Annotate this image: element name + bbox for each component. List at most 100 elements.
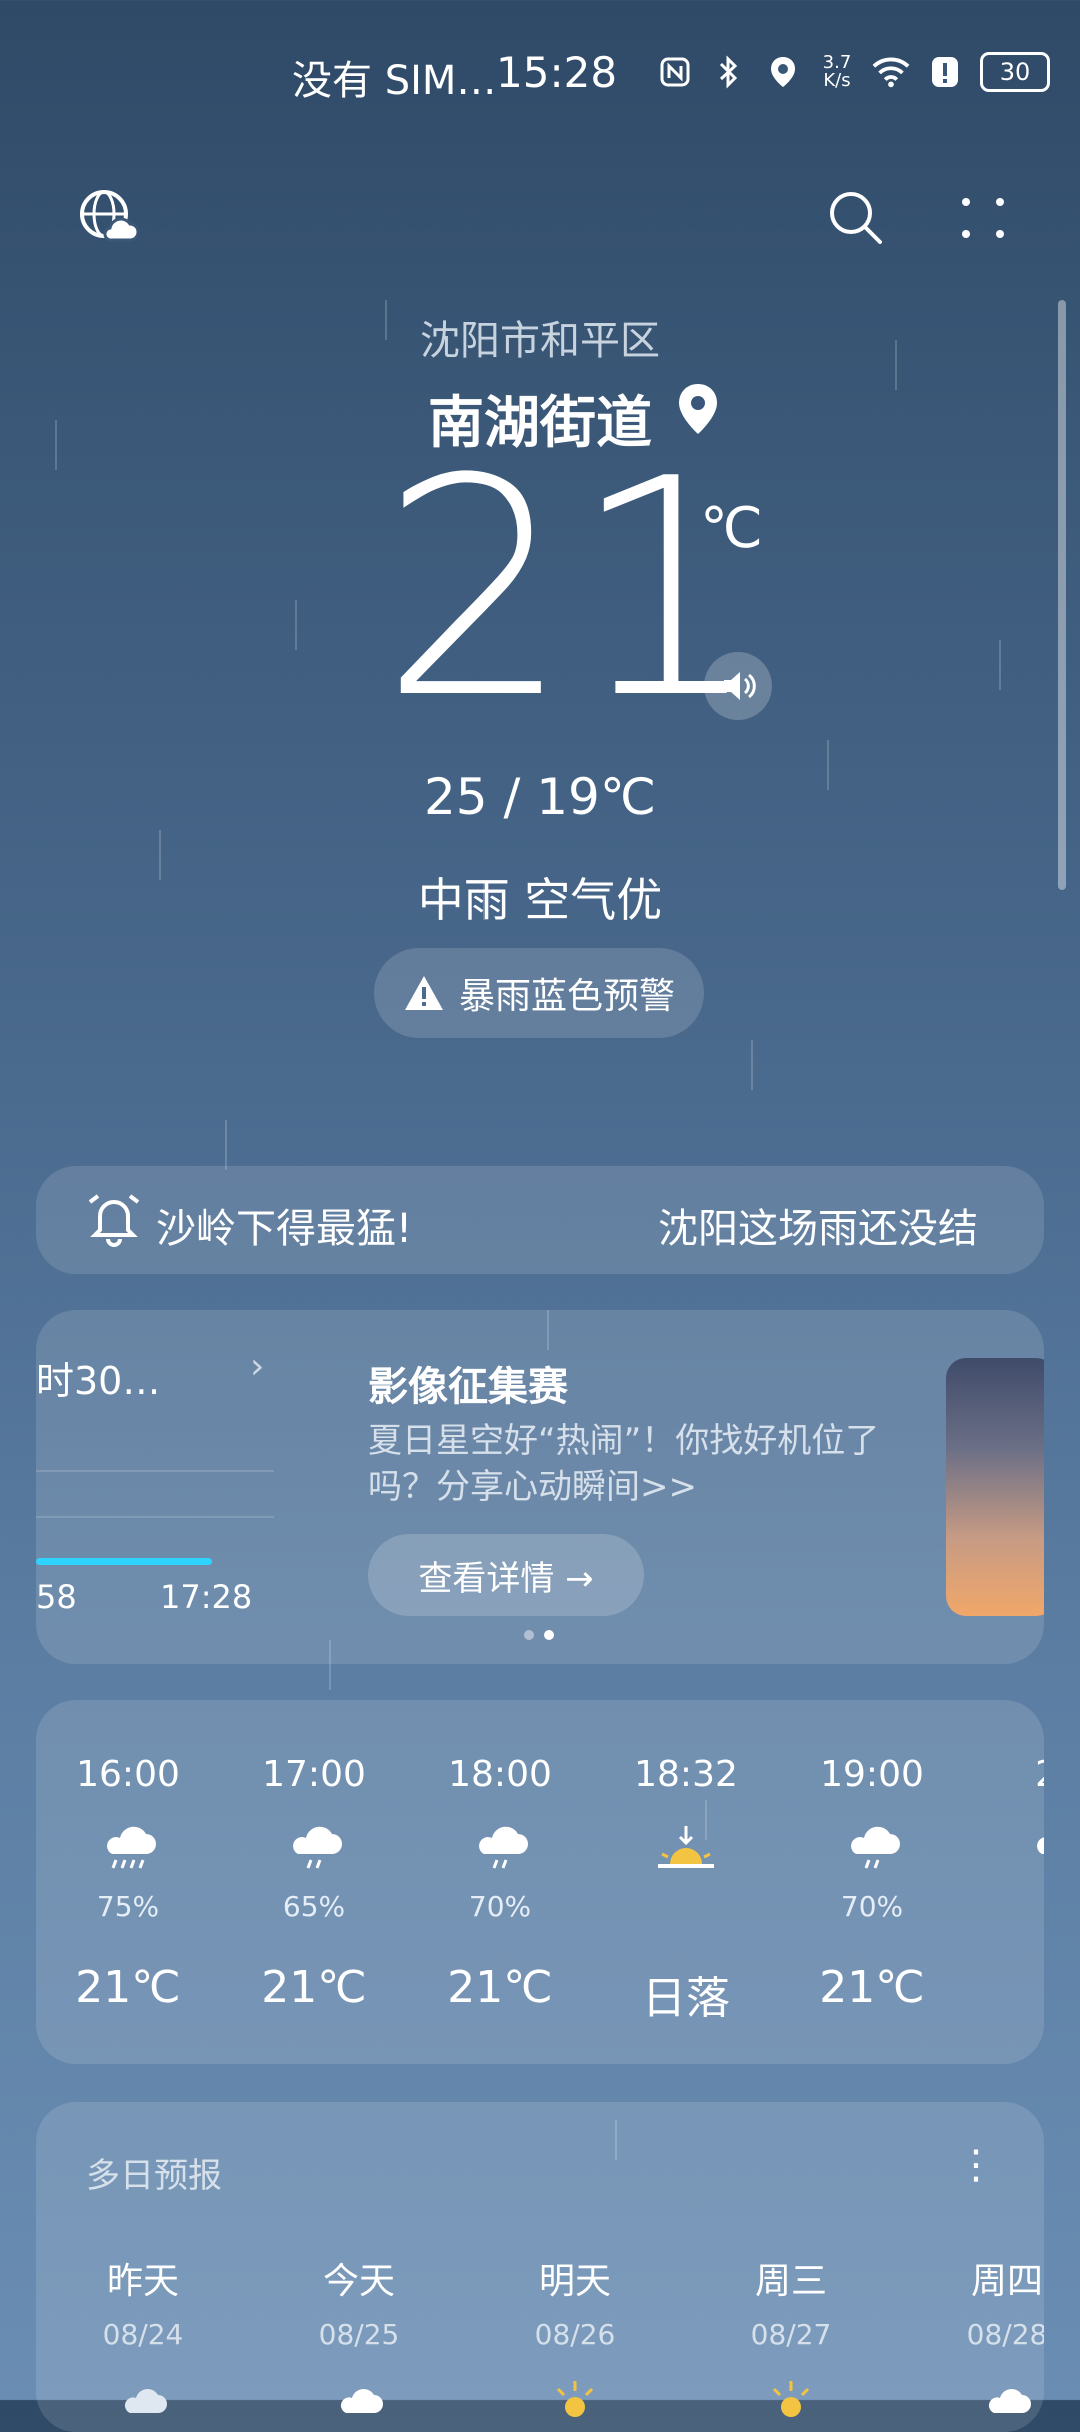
carrier-label: 没有 SIM… (292, 58, 497, 104)
hour-item[interactable]: 18:32 日落 (616, 1700, 756, 2064)
carousel-dot-active (544, 1630, 554, 1640)
hour-item[interactable]: 16:00 75% 21℃ (58, 1700, 198, 2064)
news-ticker[interactable]: 沙岭下得最猛! 沈阳这场雨还没结 (36, 1166, 1044, 1274)
battery-indicator: 30 (980, 52, 1050, 92)
net-speed-unit: K/s (823, 70, 851, 91)
hour-time: 16:00 (76, 1754, 180, 1795)
voice-broadcast-button[interactable] (704, 652, 772, 720)
promo-title: 影像征集赛 (368, 1364, 568, 1410)
day-item[interactable]: 周三 08/27 (716, 2252, 866, 2417)
precip-probability: 7 (988, 1890, 1044, 1923)
bell-icon (86, 1192, 142, 1248)
rain-cloud-icon (284, 1824, 344, 1874)
day-name: 今天 (322, 2261, 395, 2302)
ticker-headline-2[interactable]: 沈阳这场雨还没结 (658, 1196, 1030, 1254)
warning-icon (404, 976, 443, 1010)
search-button[interactable] (826, 188, 886, 248)
temperature-unit: ℃ (700, 496, 763, 561)
city-manage-button[interactable] (78, 188, 140, 248)
chevron-right-icon: › (250, 1346, 265, 1387)
hour-item[interactable]: 20 7 2 (988, 1700, 1044, 2064)
day-date: 08/27 (750, 2318, 832, 2351)
bluetooth-icon (710, 53, 748, 91)
day-date: 08/25 (318, 2318, 400, 2351)
day-item[interactable]: 今天 08/25 (284, 2252, 434, 2417)
hour-item[interactable]: 19:00 70% 21℃ (802, 1700, 942, 2064)
weather-alert-button[interactable]: 暴雨蓝色预警 (374, 948, 704, 1038)
district-label: 沈阳市和平区 (420, 318, 660, 364)
sun-icon (550, 2377, 600, 2417)
hour-time: 20 (988, 1754, 1044, 1795)
daily-forecast-title: 多日预报 (86, 2156, 222, 2196)
rain-cloud-icon (1028, 1824, 1044, 1874)
chart-gridline (36, 1470, 274, 1472)
view-details-button[interactable]: 查看详情 → (368, 1534, 644, 1616)
carousel-indicator (524, 1630, 554, 1640)
hour-temperature: 21℃ (447, 1962, 553, 2013)
sun-icon (766, 2377, 816, 2417)
clock: 15:28 (496, 48, 618, 97)
hourly-forecast[interactable]: 16:00 75% 21℃ 17:00 65% 21℃ 18:00 70% 21… (36, 1700, 1044, 2064)
cloud-icon (982, 2377, 1032, 2417)
precip-probability: 75% (96, 1890, 160, 1923)
day-date: 08/24 (102, 2318, 184, 2351)
promo-subtitle: 夏日星空好“热闹”！你找好机位了吗？分享心动瞬间>> (368, 1421, 880, 1507)
time-tick: 17:28 (160, 1578, 253, 1616)
day-date: 08/28 (966, 2318, 1044, 2351)
day-item[interactable]: 昨天 08/24 (68, 2252, 218, 2417)
sunset-label: 日落 (642, 1973, 730, 2024)
hour-temperature: 21℃ (75, 1962, 181, 2013)
rain-progress-line (36, 1558, 212, 1565)
day-name: 昨天 (106, 2261, 179, 2302)
cloud-icon (334, 2377, 384, 2417)
sunset-icon (656, 1824, 716, 1874)
precip-probability: 70% (468, 1890, 532, 1923)
hour-temperature: 21℃ (261, 1962, 367, 2013)
hour-time: 18:00 (448, 1754, 552, 1795)
grid-dots-icon (962, 198, 1004, 238)
time-tick: 58 (36, 1578, 77, 1616)
precip-probability: 70% (840, 1890, 904, 1923)
search-icon (830, 192, 882, 244)
wifi-icon (872, 53, 910, 91)
alert-icon (926, 53, 964, 91)
previous-card-title: 时30… (36, 1359, 161, 1403)
cloud-icon (118, 2377, 168, 2417)
precip-probability: 65% (282, 1890, 346, 1923)
day-date: 08/26 (534, 2318, 616, 2351)
status-icons: 3.7 K/s 30 (656, 52, 1050, 92)
hour-item[interactable]: 17:00 65% 21℃ (244, 1700, 384, 2064)
speaker-icon (724, 672, 756, 700)
hour-time: 17:00 (262, 1754, 366, 1795)
hour-temperature: 2 (988, 1962, 1044, 2013)
battery-level: 30 (999, 58, 1031, 86)
nfc-icon (656, 53, 694, 91)
day-item[interactable]: 明天 08/26 (500, 2252, 650, 2417)
promo-carousel[interactable]: 时30… › 58 17:28 影像征集赛 夏日星空好“热闹”！你找好机位了吗？… (36, 1310, 1044, 1664)
status-bar: 没有 SIM… 15:28 3.7 K/s 30 (0, 48, 1080, 108)
weather-condition: 中雨 空气优 (417, 873, 663, 927)
rain-cloud-icon (470, 1824, 530, 1874)
day-item[interactable]: 周四 08/28 (932, 2252, 1044, 2417)
location-icon (764, 53, 802, 91)
more-vertical-icon[interactable]: ⋮ (956, 2142, 996, 2188)
rain-cloud-icon (98, 1824, 158, 1874)
day-name: 周四 (970, 2261, 1043, 2302)
hour-time: 18:32 (634, 1754, 738, 1795)
day-name: 明天 (538, 2261, 611, 2302)
weather-alert-label: 暴雨蓝色预警 (458, 976, 675, 1017)
net-speed: 3.7 K/s (818, 53, 856, 91)
hour-temperature: 21℃ (819, 1962, 925, 2013)
starry-sky-thumbnail[interactable] (946, 1358, 1044, 1616)
globe-cloud-icon (80, 190, 140, 242)
carousel-dot (524, 1630, 534, 1640)
temperature-range: 25 / 19℃ (423, 768, 657, 826)
ticker-headline-1[interactable]: 沙岭下得最猛! (156, 1196, 412, 1254)
page-scrollbar[interactable] (1058, 300, 1066, 890)
hour-time: 19:00 (820, 1754, 924, 1795)
daily-forecast[interactable]: 多日预报 ⋮ 昨天 08/24 今天 08/25 明天 08/26 周三 08/… (36, 2102, 1044, 2432)
rain-cloud-icon (842, 1824, 902, 1874)
more-menu-button[interactable] (958, 188, 1008, 248)
hour-item[interactable]: 18:00 70% 21℃ (430, 1700, 570, 2064)
day-name: 周三 (754, 2261, 827, 2302)
